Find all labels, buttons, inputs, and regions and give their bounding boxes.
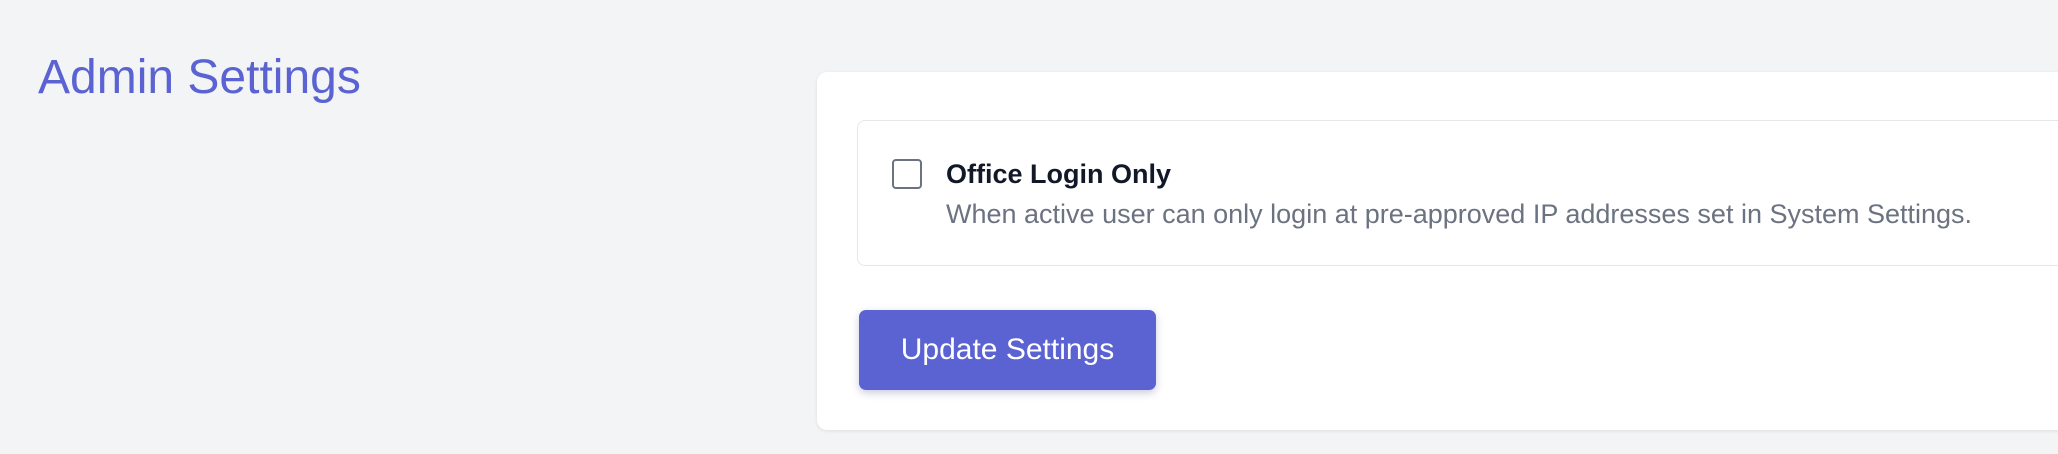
office-login-option: Office Login Only When active user can o… [857,120,2058,266]
update-settings-button[interactable]: Update Settings [859,310,1156,390]
office-login-checkbox[interactable] [892,159,922,189]
settings-card: Office Login Only When active user can o… [817,72,2058,430]
office-login-description: When active user can only login at pre-a… [946,199,1973,229]
page-title: Admin Settings [38,51,361,104]
office-login-label: Office Login Only [946,159,1172,189]
